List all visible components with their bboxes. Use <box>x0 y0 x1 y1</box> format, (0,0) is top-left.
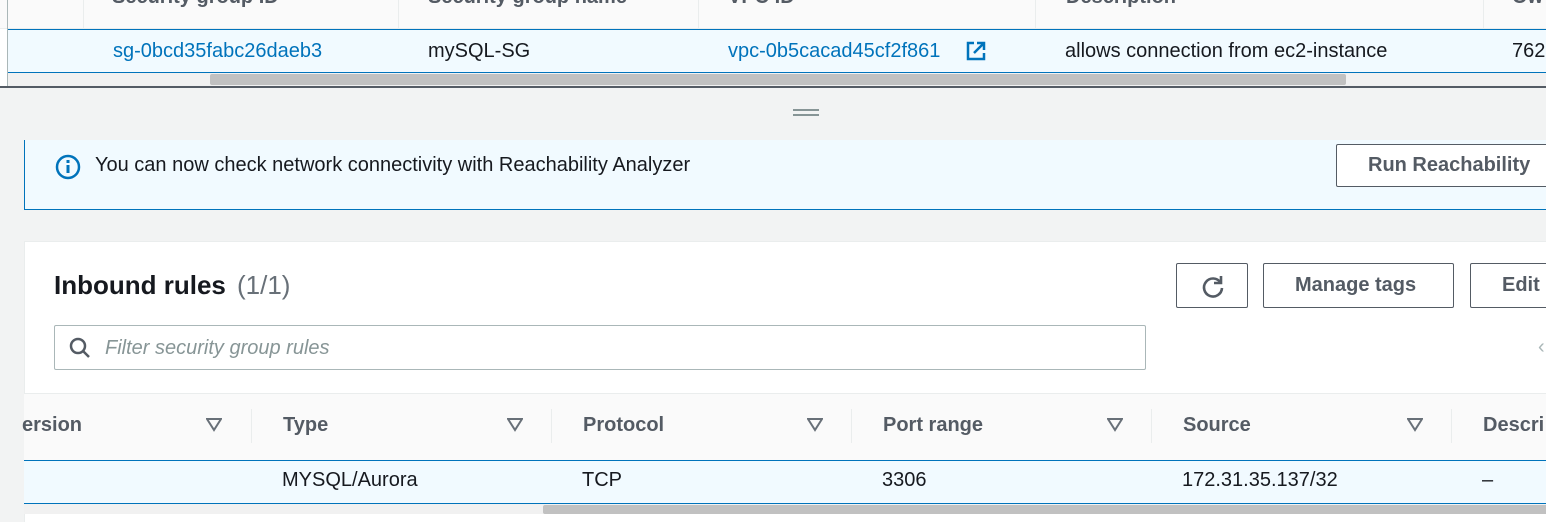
sort-icon[interactable] <box>507 418 523 432</box>
sort-icon[interactable] <box>807 418 823 432</box>
column-header-security-group-id[interactable]: Security group ID <box>112 0 279 9</box>
page-title: Inbound rules <box>54 270 226 300</box>
sort-icon[interactable] <box>206 418 222 432</box>
manage-tags-button[interactable]: Manage tags <box>1263 263 1454 308</box>
column-header-port-range[interactable]: Port range <box>883 414 983 437</box>
security-group-name-cell: mySQL-SG <box>428 40 531 62</box>
column-header-description[interactable]: Descri <box>1483 414 1544 437</box>
column-header-source[interactable]: Source <box>1183 414 1251 437</box>
rule-count: (1/1) <box>237 270 291 300</box>
rule-description-cell: – <box>1482 469 1494 491</box>
column-header-vpc-id[interactable]: VPC ID <box>728 0 795 9</box>
info-icon <box>55 154 81 180</box>
column-divider[interactable] <box>398 0 399 28</box>
horizontal-scrollbar-thumb[interactable] <box>210 74 1346 85</box>
edit-label: Edit <box>1502 274 1540 296</box>
edit-inbound-rules-button[interactable]: Edit <box>1470 263 1546 308</box>
rule-port-range-cell: 3306 <box>882 469 927 491</box>
banner-message: You can now check network connectivity w… <box>95 154 691 176</box>
manage-tags-label: Manage tags <box>1295 274 1417 296</box>
column-header-security-group-name[interactable]: Security group name <box>428 0 627 9</box>
description-cell: allows connection from ec2-instance <box>1065 40 1388 62</box>
column-header-description[interactable]: Description <box>1066 0 1176 9</box>
column-header-owner[interactable]: Ow <box>1512 0 1543 9</box>
previous-page-icon[interactable]: ‹ <box>1538 336 1545 359</box>
table-left-border <box>7 0 8 88</box>
column-header-ip-version[interactable]: ersion <box>22 414 82 437</box>
refresh-button[interactable] <box>1176 263 1248 308</box>
column-divider[interactable] <box>698 0 699 28</box>
owner-cell: 762 <box>1512 40 1546 62</box>
run-reachability-button[interactable]: Run Reachability <box>1336 144 1546 187</box>
sort-icon[interactable] <box>1407 418 1423 432</box>
filter-input[interactable] <box>105 334 1125 362</box>
run-reachability-label: Run Reachability <box>1368 154 1531 176</box>
column-header-protocol[interactable]: Protocol <box>583 414 664 437</box>
horizontal-scrollbar-thumb[interactable] <box>543 505 1546 514</box>
refresh-icon <box>1202 276 1224 298</box>
column-divider[interactable] <box>551 409 552 443</box>
vpc-id-link[interactable]: vpc-0b5cacad45cf2f861 <box>728 40 940 63</box>
rule-protocol-cell: TCP <box>582 469 622 491</box>
security-group-id-link[interactable]: sg-0bcd35fabc26daeb3 <box>113 40 322 63</box>
resize-handle-icon[interactable] <box>793 109 819 117</box>
column-divider[interactable] <box>1483 0 1484 28</box>
column-divider[interactable] <box>1035 0 1036 28</box>
inbound-rules-table-header <box>24 393 1546 461</box>
split-panel-divider[interactable] <box>0 86 1546 88</box>
rule-source-cell: 172.31.35.137/32 <box>1182 469 1338 491</box>
search-icon <box>69 337 90 358</box>
column-divider[interactable] <box>1451 409 1452 443</box>
column-divider[interactable] <box>251 409 252 443</box>
column-header-type[interactable]: Type <box>283 414 328 437</box>
column-divider[interactable] <box>1151 409 1152 443</box>
rule-type-cell: MYSQL/Aurora <box>282 469 418 491</box>
column-divider[interactable] <box>851 409 852 443</box>
column-divider[interactable] <box>83 0 84 28</box>
external-link-icon[interactable] <box>965 40 987 62</box>
sort-icon[interactable] <box>1107 418 1123 432</box>
